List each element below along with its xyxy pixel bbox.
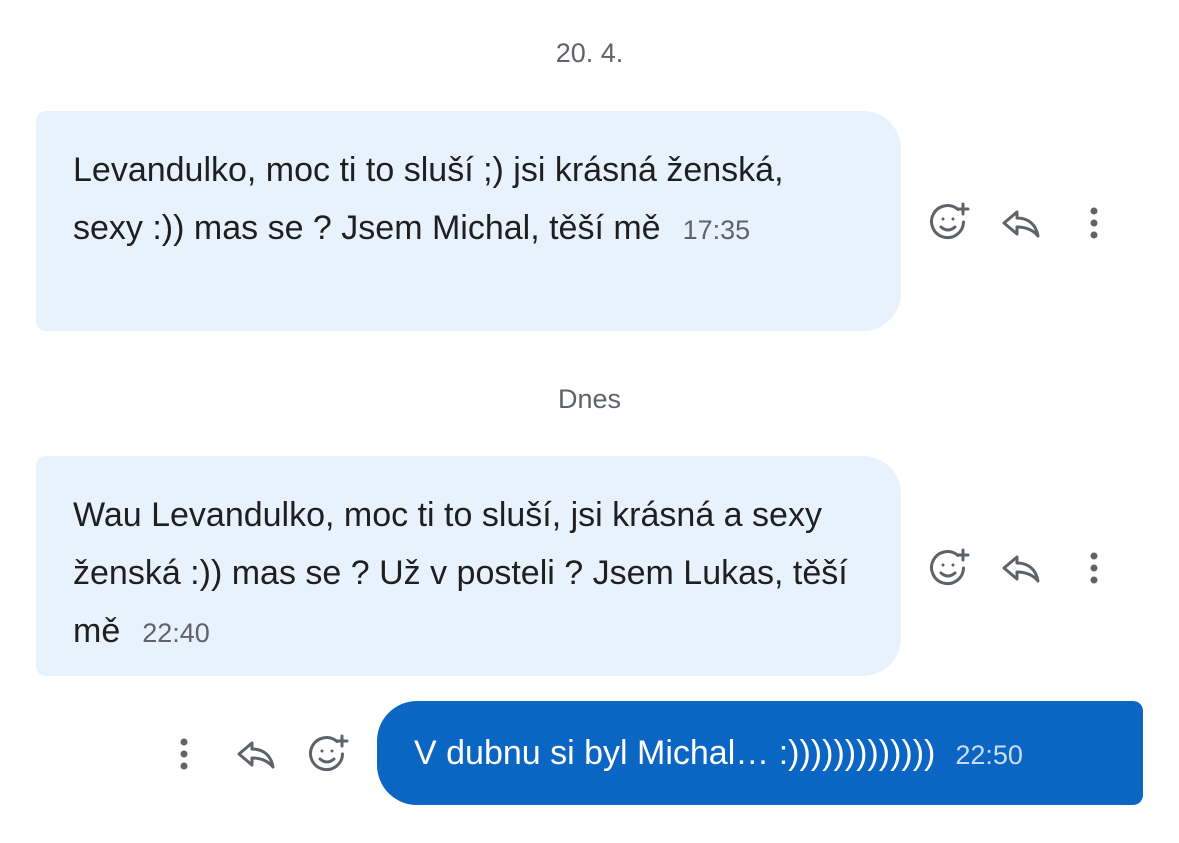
reply-icon[interactable] (999, 546, 1043, 590)
add-reaction-icon[interactable] (927, 546, 971, 590)
message-text: Levandulko, moc ti to sluší ;) jsi krásn… (73, 151, 784, 247)
add-reaction-icon[interactable] (306, 732, 350, 776)
message-bubble-outgoing[interactable]: V dubnu si byl Michal… :))))))))))))) 22:… (377, 701, 1143, 805)
message-bubble-incoming[interactable]: Wau Levandulko, moc ti to sluší, jsi krá… (36, 456, 901, 676)
more-options-icon[interactable] (1072, 546, 1116, 590)
reply-icon[interactable] (999, 201, 1043, 245)
message-time: 22:50 (955, 740, 1023, 770)
message-time: 17:35 (682, 215, 751, 245)
message-time: 22:40 (142, 618, 210, 648)
date-separator: 20. 4. (555, 38, 624, 68)
date-separator: Dnes (557, 384, 622, 414)
add-reaction-icon[interactable] (927, 200, 971, 244)
message-bubble-incoming[interactable]: Levandulko, moc ti to sluší ;) jsi krásn… (36, 111, 901, 331)
reply-icon[interactable] (234, 732, 278, 776)
message-text: V dubnu si byl Michal… :))))))))))))) (414, 734, 936, 772)
more-options-icon[interactable] (162, 732, 206, 776)
more-options-icon[interactable] (1072, 201, 1116, 245)
